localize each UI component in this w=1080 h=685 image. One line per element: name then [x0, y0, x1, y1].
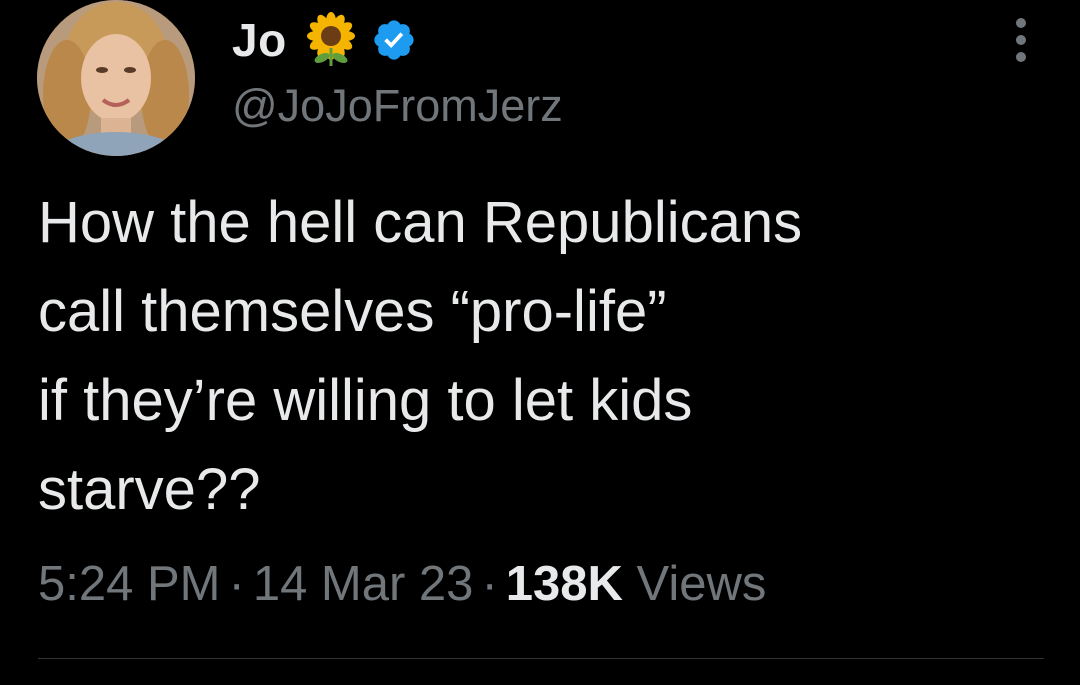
more-dot-icon [1016, 18, 1026, 28]
views-label: Views [636, 557, 767, 611]
more-dot-icon [1016, 52, 1026, 62]
tweet-text-line: if they’re willing to let kids [38, 368, 693, 433]
meta-separator: · [228, 557, 245, 611]
tweet-text-line: How the hell can Republicans [38, 190, 803, 255]
display-name[interactable]: Jo [232, 13, 287, 67]
avatar[interactable] [37, 0, 195, 156]
tweet-time[interactable]: 5:24 PM [38, 557, 220, 611]
views-count: 138K [505, 557, 623, 611]
sunflower-icon [306, 12, 355, 66]
tweet-text-line: call themselves “pro-life” [38, 279, 667, 344]
more-options-button[interactable] [1006, 18, 1036, 62]
tweet: Jo @JoJoFromJerz How the hell can Republ… [0, 0, 1080, 685]
name-row: Jo [232, 12, 417, 68]
author-handle[interactable]: @JoJoFromJerz [232, 80, 563, 132]
tweet-metadata: 5:24 PM · 14 Mar 23 · 138K Views [38, 556, 766, 612]
avatar-image [37, 0, 195, 156]
tweet-text: How the hell can Republicans call themse… [38, 178, 1058, 534]
meta-separator: · [481, 557, 498, 611]
tweet-date[interactable]: 14 Mar 23 [253, 557, 474, 611]
more-dot-icon [1016, 35, 1026, 45]
verified-badge-icon[interactable] [371, 17, 417, 63]
tweet-text-line: starve?? [38, 457, 261, 522]
divider [38, 658, 1044, 659]
